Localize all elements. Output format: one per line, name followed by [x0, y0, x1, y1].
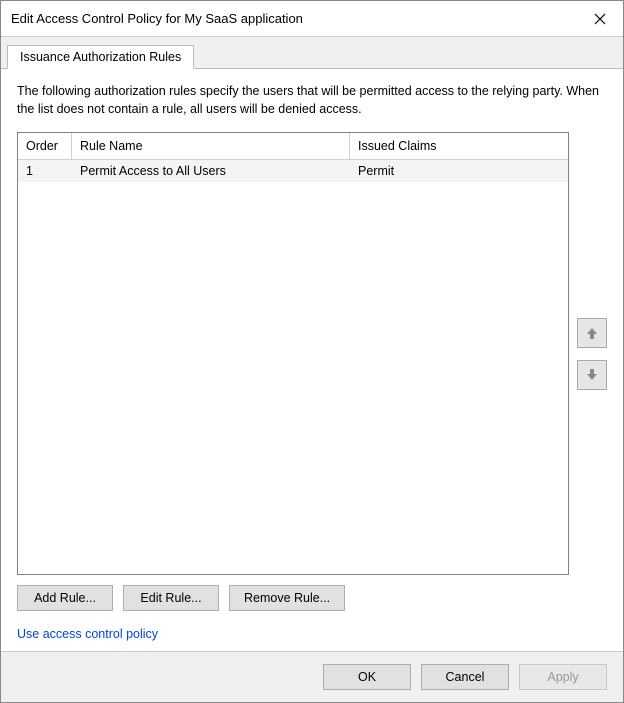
remove-rule-button[interactable]: Remove Rule...: [229, 585, 345, 611]
description-text: The following authorization rules specif…: [17, 83, 607, 118]
add-rule-button[interactable]: Add Rule...: [17, 585, 113, 611]
tab-strip: Issuance Authorization Rules: [1, 41, 623, 69]
title-bar: Edit Access Control Policy for My SaaS a…: [1, 1, 623, 37]
edit-rule-button[interactable]: Edit Rule...: [123, 585, 219, 611]
rule-buttons-row: Add Rule... Edit Rule... Remove Rule...: [17, 585, 607, 611]
column-header-order[interactable]: Order: [18, 133, 72, 159]
dialog-footer: OK Cancel Apply: [1, 651, 623, 702]
reorder-buttons: [577, 132, 607, 575]
rules-table: Order Rule Name Issued Claims 1 Permit A…: [17, 132, 569, 575]
arrow-up-icon: [585, 326, 599, 340]
table-row[interactable]: 1 Permit Access to All Users Permit: [18, 160, 568, 182]
body-area: Order Rule Name Issued Claims 1 Permit A…: [17, 132, 607, 575]
column-header-issued-claims[interactable]: Issued Claims: [350, 133, 568, 159]
arrow-down-icon: [585, 368, 599, 382]
move-down-button[interactable]: [577, 360, 607, 390]
close-button[interactable]: [577, 1, 623, 36]
tab-content: The following authorization rules specif…: [1, 69, 623, 651]
tab-issuance-authorization-rules[interactable]: Issuance Authorization Rules: [7, 45, 194, 69]
table-header: Order Rule Name Issued Claims: [18, 133, 568, 160]
tab-label: Issuance Authorization Rules: [20, 50, 181, 64]
cell-order: 1: [18, 160, 72, 182]
ok-button[interactable]: OK: [323, 664, 411, 690]
close-icon: [594, 13, 606, 25]
window-title: Edit Access Control Policy for My SaaS a…: [11, 11, 577, 26]
cell-rule-name: Permit Access to All Users: [72, 160, 350, 182]
use-access-control-policy-link[interactable]: Use access control policy: [17, 627, 607, 641]
cancel-button[interactable]: Cancel: [421, 664, 509, 690]
column-header-rule-name[interactable]: Rule Name: [72, 133, 350, 159]
cell-issued-claims: Permit: [350, 160, 568, 182]
dialog-window: Edit Access Control Policy for My SaaS a…: [0, 0, 624, 703]
apply-button[interactable]: Apply: [519, 664, 607, 690]
move-up-button[interactable]: [577, 318, 607, 348]
table-body: 1 Permit Access to All Users Permit: [18, 160, 568, 574]
